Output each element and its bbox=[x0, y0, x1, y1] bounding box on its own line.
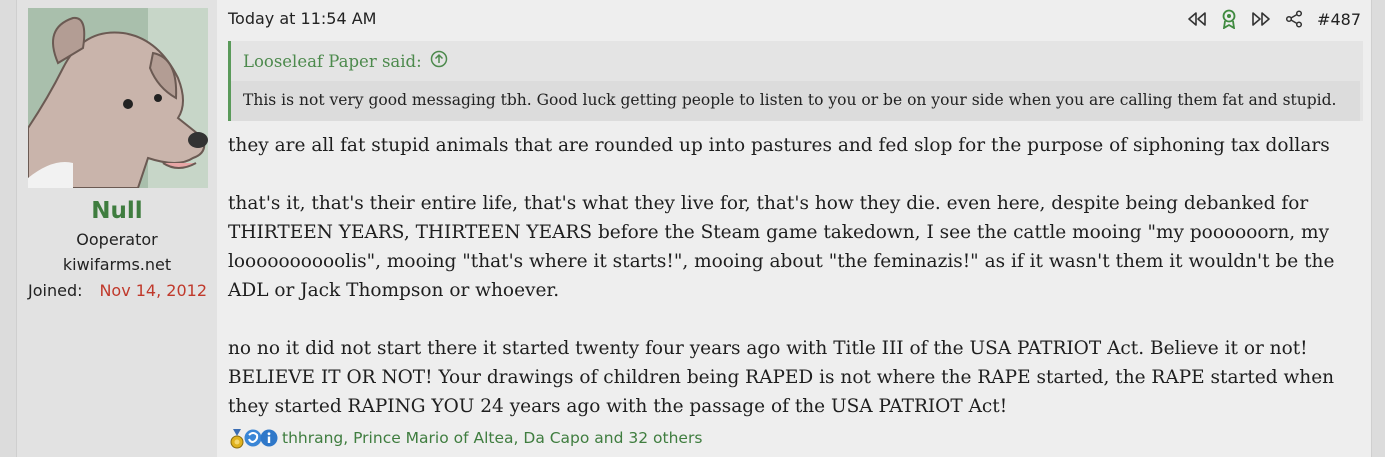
post-number-link[interactable]: #487 bbox=[1317, 10, 1361, 29]
fast-forward-icon[interactable] bbox=[1251, 11, 1271, 27]
joined-label: Joined: bbox=[28, 281, 83, 300]
quote-content: This is not very good messaging tbh. Goo… bbox=[231, 81, 1360, 121]
user-site: kiwifarms.net bbox=[62, 255, 172, 274]
joined-date: Nov 14, 2012 bbox=[99, 281, 207, 300]
share-icon[interactable] bbox=[1285, 10, 1303, 28]
informative-icon bbox=[260, 429, 278, 447]
post-paragraph: that's it, that's their entire life, tha… bbox=[228, 193, 1335, 301]
rewind-icon[interactable] bbox=[1187, 11, 1207, 27]
forum-post: Null Ooperator kiwifarms.net Joined: Nov… bbox=[16, 0, 1372, 457]
user-info-panel: Null Ooperator kiwifarms.net Joined: Nov… bbox=[17, 0, 217, 457]
post-paragraph: no no it did not start there it started … bbox=[228, 338, 1335, 417]
post-actions: #487 bbox=[1187, 8, 1361, 30]
post-main: Today at 11:54 AM #487 Looseleaf Paper s… bbox=[228, 0, 1363, 457]
quote-text: This is not very good messaging tbh. Goo… bbox=[243, 91, 1337, 109]
user-title: Ooperator bbox=[76, 230, 158, 249]
post-date[interactable]: Today at 11:54 AM bbox=[228, 9, 376, 28]
quote-author[interactable]: Looseleaf Paper said: bbox=[243, 52, 422, 71]
dog-avatar-image bbox=[28, 8, 208, 188]
quote-header[interactable]: Looseleaf Paper said: bbox=[243, 50, 448, 72]
quote-block: Looseleaf Paper said: This is not very g… bbox=[228, 41, 1363, 121]
post-body: they are all fat stupid animals that are… bbox=[228, 131, 1360, 450]
post-paragraph: they are all fat stupid animals that are… bbox=[228, 135, 1330, 156]
award-icon[interactable] bbox=[1221, 9, 1237, 29]
user-avatar[interactable] bbox=[28, 8, 208, 188]
username[interactable]: Null bbox=[17, 198, 217, 224]
arrow-up-circle-icon[interactable] bbox=[430, 50, 448, 72]
reactions-bar[interactable]: thhrang, Prince Mario of Altea, Da Capo … bbox=[228, 427, 702, 449]
reaction-users[interactable]: thhrang, Prince Mario of Altea, Da Capo … bbox=[282, 429, 702, 447]
